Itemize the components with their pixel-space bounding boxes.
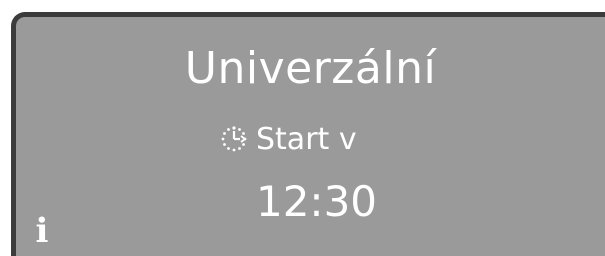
program-name: Univerzální bbox=[184, 43, 437, 94]
delay-start-clock-icon bbox=[220, 125, 248, 153]
delay-start-time: 12:30 bbox=[255, 177, 378, 226]
display-screen: Univerzální Start v 12:30 i bbox=[11, 12, 605, 256]
device-display-frame: Univerzální Start v 12:30 i bbox=[0, 0, 605, 256]
delay-start-label: Start v bbox=[256, 121, 357, 157]
info-icon[interactable]: i bbox=[30, 214, 54, 248]
delay-start-row: Start v bbox=[220, 119, 357, 159]
